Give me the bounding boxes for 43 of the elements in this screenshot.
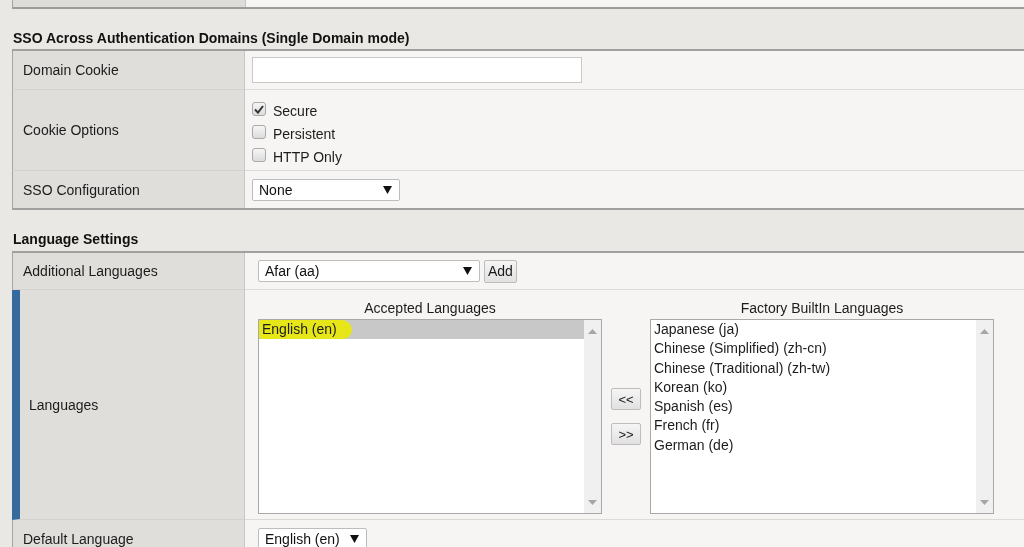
list-option[interactable]: Chinese (Simplified) (zh-cn) bbox=[651, 339, 976, 359]
checkbox-label[interactable]: HTTP Only bbox=[273, 148, 342, 165]
dropdown[interactable]: None bbox=[252, 178, 400, 201]
up-arrow-icon bbox=[588, 329, 597, 334]
scrollbar[interactable] bbox=[584, 320, 601, 513]
up-arrow-icon bbox=[980, 329, 989, 334]
field-label: Cookie Options bbox=[23, 122, 119, 138]
checkbox[interactable] bbox=[252, 147, 266, 162]
list-option[interactable]: Korean (ko) bbox=[651, 377, 976, 398]
list-option[interactable]: English (en) bbox=[259, 320, 584, 340]
checkbox-label[interactable]: Persistent bbox=[273, 126, 336, 143]
dropdown[interactable]: Afar (aa) bbox=[258, 260, 480, 282]
list-box[interactable]: Japanese (ja) Chinese (Simplified) (zh-cn) Chinese (Traditional) (zh-tw) Korean (ko) Spanish (es) French (fr) German (de) bbox=[650, 319, 994, 514]
down-arrow-icon bbox=[980, 500, 989, 505]
section-heading: Language Settings bbox=[13, 231, 139, 247]
list-option[interactable]: Spanish (es) bbox=[651, 397, 976, 417]
add-button[interactable]: Add bbox=[484, 259, 517, 283]
list-heading: Factory BuiltIn Languages bbox=[740, 300, 904, 316]
caret-icon bbox=[383, 185, 392, 194]
caret-icon bbox=[463, 267, 472, 275]
down-arrow-icon bbox=[588, 500, 597, 505]
input-field[interactable] bbox=[252, 57, 582, 83]
checkbox[interactable] bbox=[252, 102, 266, 117]
checkbox[interactable] bbox=[252, 125, 266, 140]
field-label: Default Language bbox=[23, 530, 134, 547]
list-option[interactable]: German (de) bbox=[651, 435, 976, 456]
checkmark-icon bbox=[254, 104, 264, 114]
scrollbar[interactable] bbox=[976, 320, 993, 513]
field-label: Additional Languages bbox=[23, 263, 158, 279]
move-button[interactable]: >> bbox=[611, 423, 641, 445]
move-button[interactable]: << bbox=[611, 388, 641, 410]
list-option[interactable]: French (fr) bbox=[651, 416, 976, 436]
section-heading: SSO Across Authentication Domains (Single Domain mode) bbox=[13, 30, 410, 46]
field-label: SSO Configuration bbox=[23, 181, 140, 198]
list-option[interactable]: Chinese (Traditional) (zh-tw) bbox=[651, 358, 976, 378]
list-box[interactable]: English (en) bbox=[258, 319, 602, 514]
list-option[interactable]: Japanese (ja) bbox=[651, 320, 976, 340]
checkbox-label[interactable]: Secure bbox=[273, 103, 318, 120]
field-label: Languages bbox=[29, 396, 99, 413]
list-heading: Accepted Languages bbox=[364, 300, 496, 316]
field-label: Domain Cookie bbox=[23, 62, 119, 78]
caret-icon bbox=[349, 534, 359, 543]
dropdown[interactable]: English (en) bbox=[258, 527, 367, 547]
